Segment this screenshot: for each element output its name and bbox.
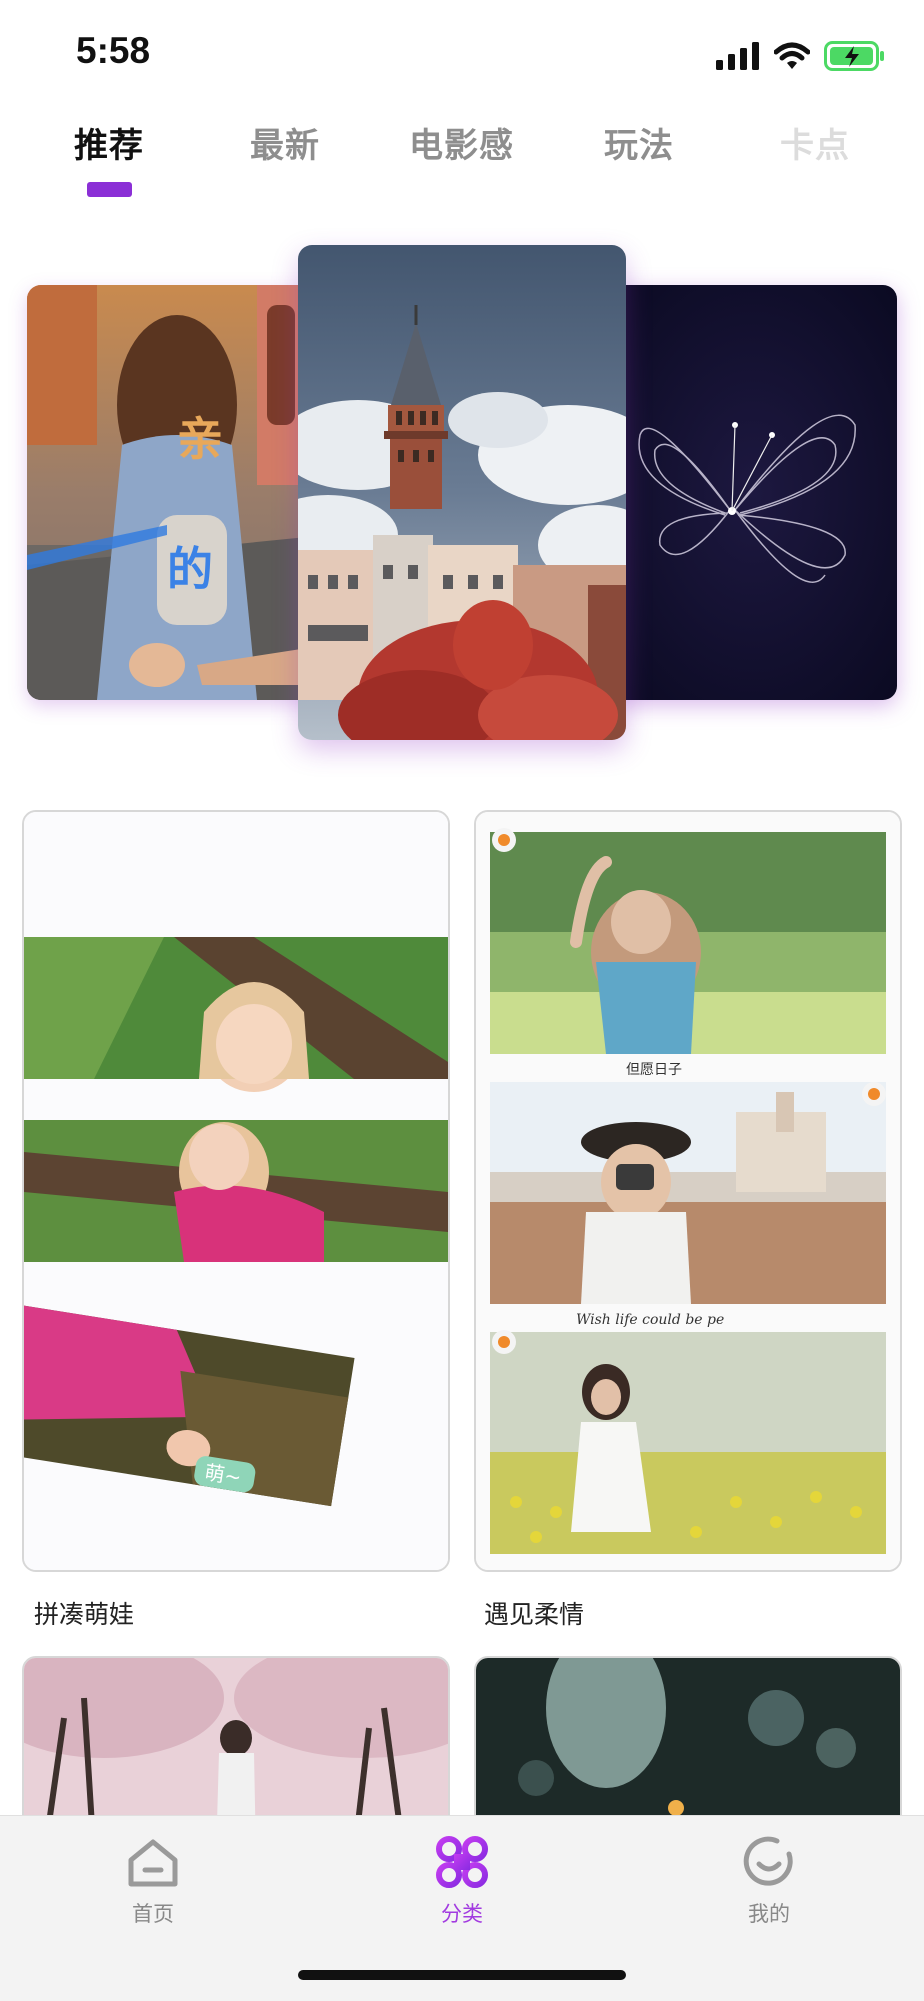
carousel-card-tower[interactable]: [298, 245, 626, 740]
wifi-icon: [774, 42, 810, 69]
nav-home-label: 首页: [132, 1902, 174, 1926]
gentle-collage-image: 但愿日子 Wish life could be pe: [476, 812, 900, 1570]
tab-latest[interactable]: 最新: [250, 118, 320, 167]
category-icon: [436, 1836, 488, 1888]
battery-icon: [824, 41, 884, 71]
status-icons: [716, 36, 886, 76]
template-card-collage-kid[interactable]: 萌~: [22, 810, 450, 1572]
signal-icon: [716, 42, 759, 70]
home-indicator-bar: [298, 1970, 626, 1980]
tower-city-image: [298, 245, 626, 740]
template-title-collage-kid[interactable]: 拼凑萌娃: [34, 1595, 134, 1631]
carousel-card-butterfly[interactable]: [610, 285, 897, 700]
tab-beat-sync[interactable]: 卡点: [780, 118, 850, 167]
tab-cinematic[interactable]: 电影感: [409, 118, 514, 167]
status-bar: 5:58: [0, 0, 924, 110]
tab-recommended[interactable]: 推荐: [74, 118, 144, 167]
nav-profile[interactable]: 我的: [689, 1834, 849, 1928]
overlay-char-1: 亲: [177, 412, 223, 466]
nav-profile-label: 我的: [748, 1902, 790, 1926]
profile-icon: [743, 1836, 793, 1886]
butterfly-image: [610, 285, 897, 700]
couple-street-image: 亲 的: [27, 285, 327, 700]
status-time: 5:58: [76, 30, 151, 71]
category-tabs: 推荐 最新 电影感 玩法 卡点: [0, 118, 924, 198]
overlay-char-2: 的: [167, 542, 213, 596]
template-card-gentle[interactable]: 但愿日子 Wish life could be pe: [474, 810, 902, 1572]
tab-gameplay[interactable]: 玩法: [604, 118, 674, 167]
carousel-card-couple[interactable]: 亲 的: [27, 285, 327, 700]
caption-1: 但愿日子: [626, 1062, 682, 1078]
active-tab-indicator: [87, 182, 132, 197]
home-icon: [128, 1839, 178, 1887]
featured-carousel: 亲 的: [0, 240, 924, 760]
caption-2: Wish life could be pe: [576, 1312, 724, 1328]
nav-home[interactable]: 首页: [73, 1834, 233, 1928]
template-title-gentle[interactable]: 遇见柔情: [484, 1595, 584, 1631]
nav-category-label: 分类: [441, 1902, 483, 1926]
collage-kid-image: 萌~: [24, 812, 448, 1570]
nav-category[interactable]: 分类: [382, 1834, 542, 1928]
